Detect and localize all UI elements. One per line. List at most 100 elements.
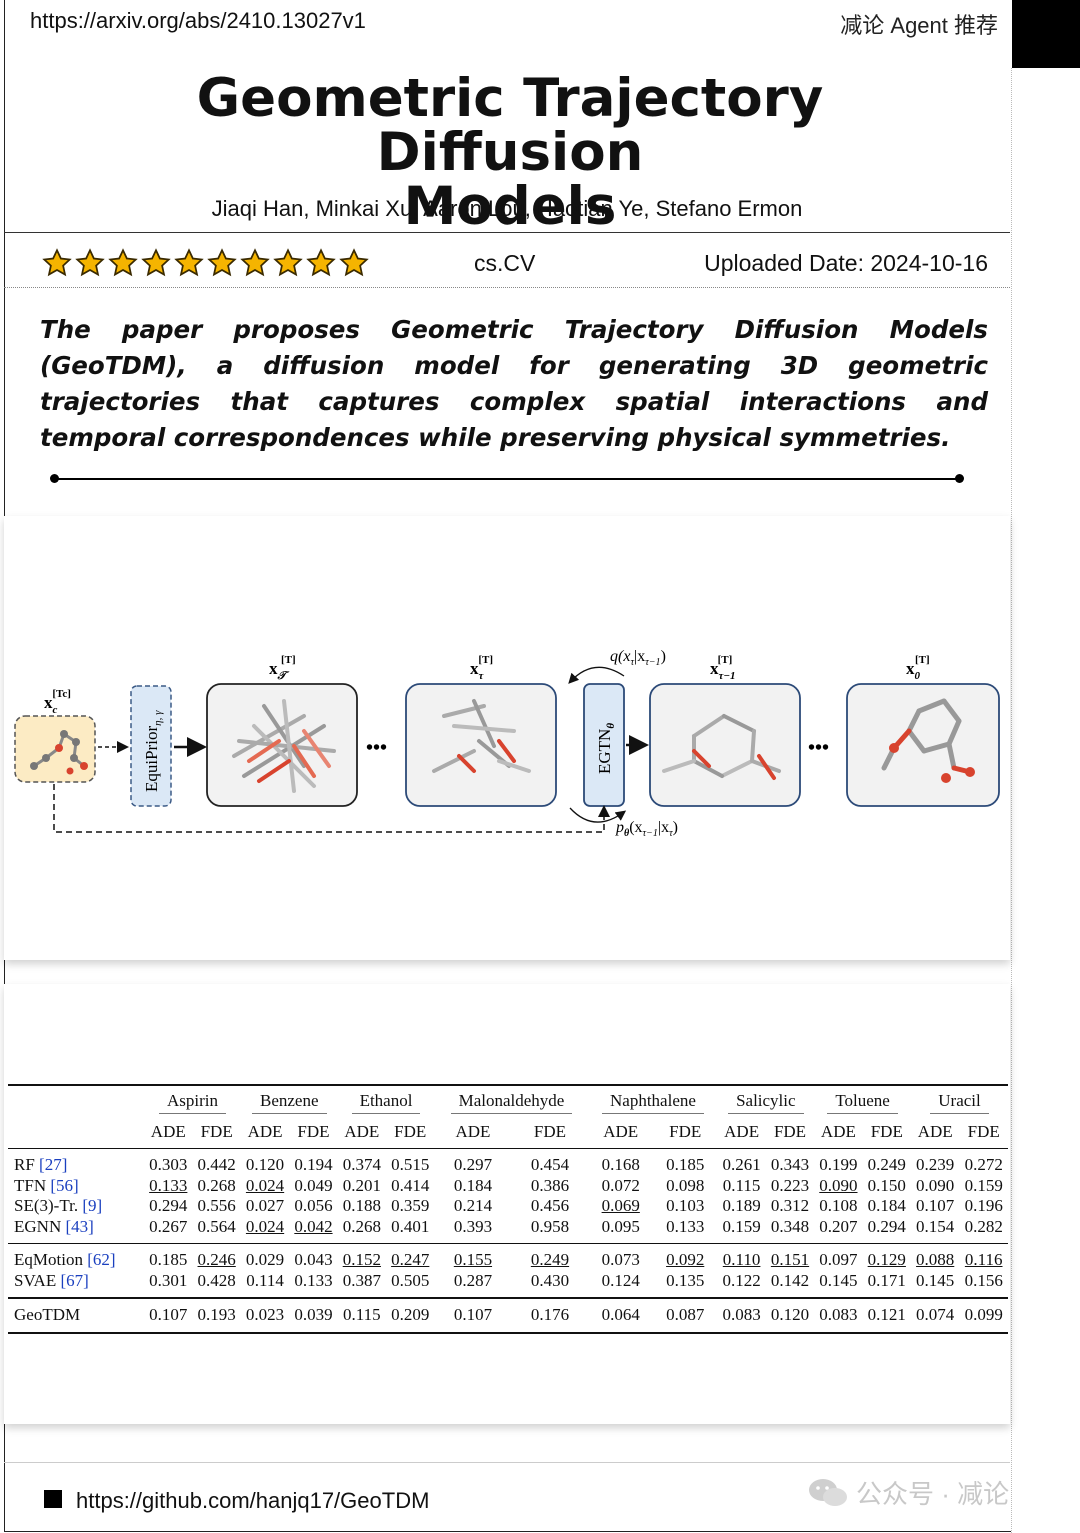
table-cell: 0.087 xyxy=(666,1305,705,1325)
dataset-header-row: Aspirin Benzene Ethanol Malonaldehyde Na… xyxy=(8,1085,1008,1116)
table-cell: 0.196 xyxy=(964,1196,1003,1216)
star-icon xyxy=(108,248,138,277)
table-cell: 0.072 xyxy=(601,1175,640,1195)
table-cell: 0.043 xyxy=(294,1250,333,1270)
metric-header: ADE xyxy=(820,1122,856,1141)
metric-header: FDE xyxy=(669,1122,702,1141)
dataset-header: Benzene xyxy=(241,1085,338,1116)
results-body: RF [27] 0.303 0.442 0.120 0.194 0.374 0.515 0.2… xyxy=(8,1149,1008,1333)
method-name: EGNN [43] xyxy=(8,1217,144,1244)
table-cell: 0.024 xyxy=(245,1175,285,1195)
metric-header: ADE xyxy=(724,1122,760,1141)
method-label: RF xyxy=(14,1155,35,1175)
denoised-step-box xyxy=(649,683,801,807)
table-cell: 0.027 xyxy=(245,1196,285,1216)
table-row: TFN [56] 0.133 0.268 0.024 0.049 0.201 0.414 0.… xyxy=(8,1176,1008,1197)
dataset-header: Salicylic xyxy=(717,1085,814,1116)
table-cell: 0.083 xyxy=(722,1305,761,1325)
table-cell: 0.247 xyxy=(391,1250,430,1270)
table-cell: 0.122 xyxy=(722,1270,761,1290)
ellipsis-2: ••• xyxy=(808,737,829,759)
divider-line xyxy=(54,478,960,480)
table-row: GeoTDM 0.107 0.193 0.023 0.039 0.115 0.209 0.10… xyxy=(8,1298,1008,1333)
table-cell: 0.042 xyxy=(294,1216,333,1236)
corner-cell xyxy=(8,1116,144,1149)
table-cell: 0.207 xyxy=(819,1216,858,1236)
method-label: SVAE xyxy=(14,1270,57,1290)
metric-header: ADE xyxy=(150,1122,186,1141)
box3-label: xτ−1[T] xyxy=(710,654,736,682)
metric-header: FDE xyxy=(200,1122,233,1141)
wechat-icon xyxy=(809,1478,847,1506)
star-icon xyxy=(42,248,72,277)
table-cell: 0.115 xyxy=(343,1305,381,1325)
clean-sample-box xyxy=(846,683,1000,807)
table-cell: 0.103 xyxy=(666,1196,705,1216)
rating-stars xyxy=(42,248,369,278)
table-cell: 0.097 xyxy=(819,1250,858,1270)
category-label: cs.CV xyxy=(474,250,536,276)
citation-link[interactable]: [27] xyxy=(39,1155,67,1174)
table-cell: 0.297 xyxy=(453,1155,493,1175)
star-icon xyxy=(273,248,303,277)
meta-row: cs.CV Uploaded Date: 2024-10-16 xyxy=(4,234,1010,290)
table-cell: 0.239 xyxy=(916,1155,955,1175)
citation-link[interactable]: [67] xyxy=(60,1271,88,1290)
table-cell: 0.156 xyxy=(964,1270,1003,1290)
table-cell: 0.145 xyxy=(819,1270,858,1290)
table-cell: 0.029 xyxy=(245,1250,285,1270)
citation-link[interactable]: [43] xyxy=(65,1217,93,1236)
table-cell: 0.073 xyxy=(601,1250,640,1270)
egtn-label: EGTNθ xyxy=(595,723,617,774)
table-cell: 0.515 xyxy=(391,1155,430,1175)
citation-link[interactable]: [9] xyxy=(82,1196,102,1215)
citation-link[interactable]: [62] xyxy=(87,1250,115,1269)
repo-link[interactable]: https://github.com/hanjq17/GeoTDM xyxy=(76,1488,429,1514)
table-cell: 0.171 xyxy=(867,1270,906,1290)
rule-bottom xyxy=(4,287,1010,288)
table-cell: 0.133 xyxy=(666,1216,705,1236)
table-cell: 0.142 xyxy=(770,1270,810,1290)
table-cell: 0.188 xyxy=(342,1196,381,1216)
method-name: EqMotion [62] xyxy=(8,1244,144,1271)
table-cell: 0.168 xyxy=(601,1155,640,1175)
table-cell: 0.095 xyxy=(601,1216,640,1236)
star-icon xyxy=(141,248,171,277)
table-cell: 0.090 xyxy=(819,1175,858,1195)
table-cell: 0.150 xyxy=(867,1175,906,1195)
table-cell: 0.958 xyxy=(530,1216,570,1236)
star-icon xyxy=(240,248,270,277)
table-row: SE(3)-Tr. [9] 0.294 0.556 0.027 0.056 0.188 0.… xyxy=(8,1196,1008,1217)
table-cell: 0.107 xyxy=(149,1305,188,1325)
table-cell: 0.456 xyxy=(530,1196,570,1216)
metric-header: ADE xyxy=(603,1122,639,1141)
table-cell: 0.393 xyxy=(453,1216,493,1236)
table-cell: 0.287 xyxy=(453,1270,493,1290)
table-cell: 0.185 xyxy=(149,1250,188,1270)
table-cell: 0.098 xyxy=(666,1175,705,1195)
table-cell: 0.155 xyxy=(453,1250,493,1270)
results-table-card: Aspirin Benzene Ethanol Malonaldehyde Na… xyxy=(4,984,1010,1424)
table-cell: 0.505 xyxy=(391,1270,430,1290)
source-url[interactable]: https://arxiv.org/abs/2410.13027v1 xyxy=(30,8,366,34)
table-cell: 0.107 xyxy=(453,1305,493,1325)
dataset-header: Uracil xyxy=(911,1085,1008,1116)
box4-label: x0[T] xyxy=(906,654,930,682)
table-cell: 0.282 xyxy=(964,1216,1003,1236)
right-margin xyxy=(1011,68,1080,1533)
table-cell: 0.261 xyxy=(722,1155,761,1175)
tagline: 减论 Agent 推荐 xyxy=(840,13,998,38)
method-name: GeoTDM xyxy=(8,1298,144,1333)
table-cell: 0.430 xyxy=(530,1270,570,1290)
table-cell: 0.386 xyxy=(530,1175,570,1195)
table-cell: 0.268 xyxy=(342,1216,381,1236)
table-cell: 0.312 xyxy=(770,1196,810,1216)
star-icon xyxy=(207,248,237,277)
table-cell: 0.272 xyxy=(964,1155,1003,1175)
table-cell: 0.145 xyxy=(916,1270,955,1290)
table-cell: 0.159 xyxy=(964,1175,1003,1195)
table-cell: 0.024 xyxy=(245,1216,285,1236)
table-cell: 0.184 xyxy=(453,1175,493,1195)
citation-link[interactable]: [56] xyxy=(50,1176,78,1195)
table-cell: 0.343 xyxy=(770,1155,810,1175)
